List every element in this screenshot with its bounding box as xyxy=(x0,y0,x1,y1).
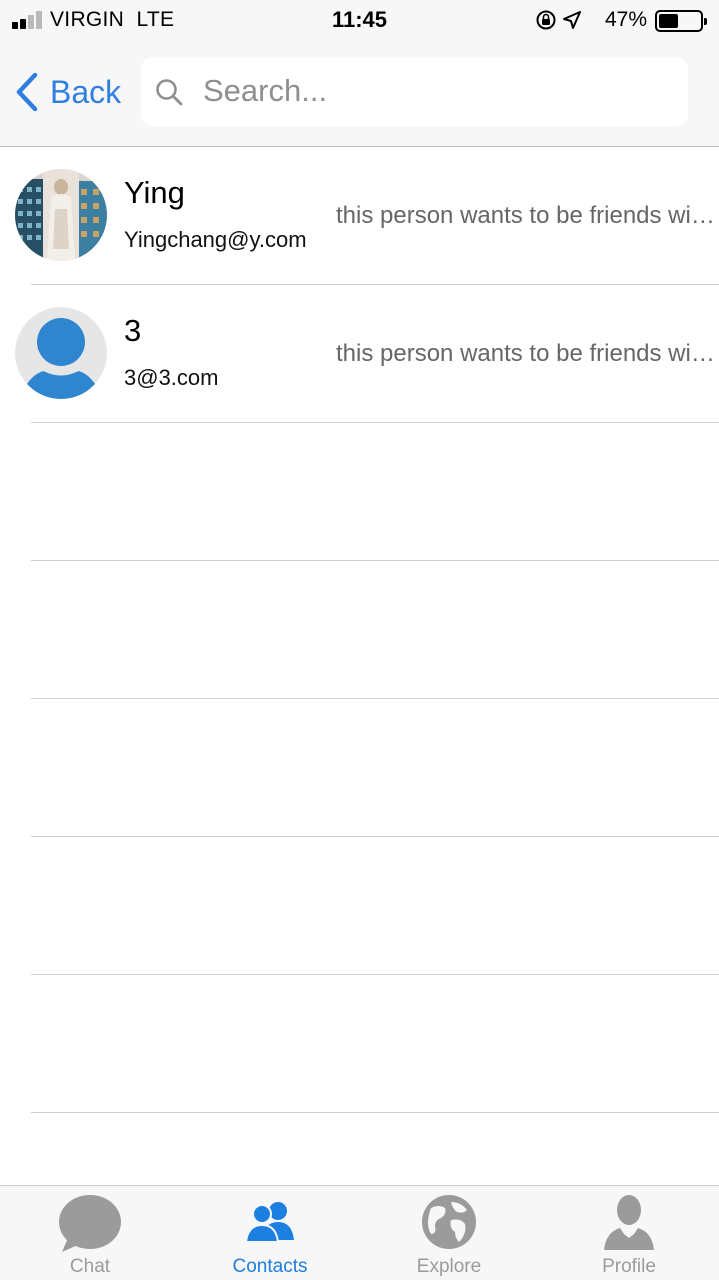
back-label: Back xyxy=(50,74,122,110)
status-bar: VIRGIN LTE 11:45 47% xyxy=(0,0,719,40)
empty-row xyxy=(0,561,719,699)
tab-bar: Chat Contacts Explore Profile xyxy=(0,1185,719,1280)
row-divider xyxy=(31,1112,719,1113)
contact-avatar xyxy=(15,307,107,399)
contact-row[interactable]: Ying Yingchang@y.com this person wants t… xyxy=(0,147,719,285)
friend-request-status: this person wants to be friends with you xyxy=(336,202,716,229)
tab-contacts[interactable]: Contacts xyxy=(180,1186,360,1280)
status-right: 47% xyxy=(479,7,709,33)
empty-row xyxy=(0,975,719,1113)
screen: VIRGIN LTE 11:45 47% Back Search... Ying… xyxy=(0,0,719,1280)
person-icon xyxy=(604,1195,654,1250)
tab-chat[interactable]: Chat xyxy=(0,1186,180,1280)
contact-row[interactable]: 3 3@3.com this person wants to be friend… xyxy=(0,285,719,423)
globe-icon xyxy=(422,1195,476,1249)
search-bar[interactable] xyxy=(141,57,688,126)
tab-label: Chat xyxy=(69,1256,111,1277)
rotation-lock-icon xyxy=(536,10,556,30)
tab-label: Contacts xyxy=(232,1256,308,1277)
tab-label: Explore xyxy=(416,1256,482,1277)
navigation-bar: Back xyxy=(0,40,719,147)
default-person-icon xyxy=(15,307,107,399)
contact-list: Ying Yingchang@y.com this person wants t… xyxy=(0,147,719,1113)
contact-avatar xyxy=(15,169,107,261)
empty-row xyxy=(0,699,719,837)
contact-email: Yingchang@y.com xyxy=(124,227,307,252)
empty-row xyxy=(0,837,719,975)
battery-percent: 47% xyxy=(604,8,647,31)
search-input[interactable] xyxy=(203,69,673,113)
friend-request-status: this person wants to be friends with you xyxy=(336,340,716,367)
tab-explore[interactable]: Explore xyxy=(359,1186,539,1280)
empty-row xyxy=(0,423,719,561)
contact-name: Ying xyxy=(124,175,185,210)
contact-name: 3 xyxy=(124,313,142,348)
contact-email: 3@3.com xyxy=(124,365,219,390)
tab-label: Profile xyxy=(602,1256,656,1277)
location-arrow-icon xyxy=(563,11,581,29)
search-icon xyxy=(156,79,183,106)
chevron-left-icon xyxy=(16,72,38,112)
contacts-icon xyxy=(244,1202,294,1243)
contact-photo xyxy=(15,169,107,261)
chat-bubble-icon xyxy=(59,1195,121,1252)
battery-icon xyxy=(655,10,707,32)
tab-profile[interactable]: Profile xyxy=(539,1186,719,1280)
